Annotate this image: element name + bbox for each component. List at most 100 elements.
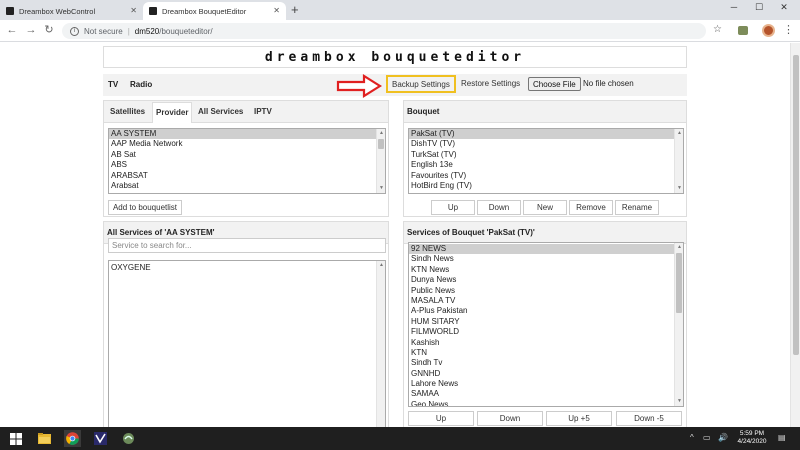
- tab-satellites[interactable]: Satellites: [108, 107, 147, 116]
- restore-settings-button[interactable]: Restore Settings: [461, 79, 520, 88]
- bouquet-service-item[interactable]: MASALA TV: [409, 296, 683, 306]
- provider-service-item[interactable]: OXYGENE: [109, 263, 385, 273]
- bouquet-service-item[interactable]: 92 NEWS: [409, 244, 683, 255]
- bouquet-list[interactable]: PakSat (TV) DishTV (TV) TurkSat (TV) Englis…: [408, 128, 684, 194]
- service-search-input[interactable]: Service to search for...: [108, 238, 386, 253]
- url-host: dm520: [134, 26, 160, 36]
- back-icon[interactable]: ←: [6, 24, 18, 37]
- bouquet-service-item[interactable]: Kashish: [409, 338, 683, 348]
- service-down-button[interactable]: Down: [477, 411, 543, 426]
- bouquet-panel-title: Bouquet: [407, 107, 440, 116]
- bouquet-services-panel: Services of Bouquet 'PakSat (TV)' 92 NEW…: [403, 221, 687, 427]
- minimize-icon[interactable]: ─: [724, 2, 744, 12]
- taskbar-clock[interactable]: 5:59 PM 4/24/2020: [732, 430, 772, 446]
- tab-title: Dreambox BouquetEditor: [162, 6, 247, 16]
- red-arrow-icon: [336, 74, 382, 98]
- address-bar[interactable]: i Not secure | dm520 /bouqueteditor/: [62, 23, 706, 39]
- tab-tv[interactable]: TV: [108, 80, 118, 89]
- bouquet-service-item[interactable]: Dunya News: [409, 275, 683, 285]
- app-icon-blue[interactable]: [92, 430, 109, 447]
- file-explorer-icon[interactable]: [36, 430, 53, 447]
- volume-icon[interactable]: 🔊: [718, 433, 728, 442]
- tab-all-services[interactable]: All Services: [196, 107, 245, 116]
- bouquet-down-button[interactable]: Down: [477, 200, 521, 215]
- tray-chevron-icon[interactable]: ^: [690, 433, 694, 442]
- provider-list-scrollbar[interactable]: ▲ ▼: [376, 129, 385, 193]
- add-to-bouquetlist-button[interactable]: Add to bouquetlist: [108, 200, 182, 215]
- provider-list-item[interactable]: ABS: [109, 160, 385, 170]
- notifications-icon[interactable]: ▤: [778, 433, 786, 442]
- bouquet-service-item[interactable]: A-Plus Pakistan: [409, 306, 683, 316]
- maximize-icon[interactable]: ☐: [749, 2, 769, 13]
- bouquet-services-title: Services of Bouquet 'PakSat (TV)': [407, 228, 535, 237]
- extension-icon[interactable]: [738, 26, 748, 35]
- provider-services-list[interactable]: OXYGENE ▲: [108, 260, 386, 428]
- bouquet-new-button[interactable]: New: [523, 200, 567, 215]
- bouquet-rename-button[interactable]: Rename: [615, 200, 659, 215]
- bouquet-service-item[interactable]: Lahore News: [409, 379, 683, 389]
- choose-file-button[interactable]: Choose File: [528, 77, 581, 91]
- browser-toolbar: ← → ↻ i Not secure | dm520 /bouquetedito…: [0, 20, 800, 42]
- bouquet-remove-button[interactable]: Remove: [569, 200, 613, 215]
- page-title-banner: dreambox bouqueteditor: [103, 46, 687, 68]
- bouquet-list-item[interactable]: Favourites (TV): [409, 171, 683, 181]
- tab-radio[interactable]: Radio: [130, 80, 152, 89]
- browser-menu-icon[interactable]: ⋮: [783, 23, 794, 36]
- provider-list-item[interactable]: ARABSAT: [109, 171, 385, 181]
- bouquet-service-item[interactable]: HUM SITARY: [409, 317, 683, 327]
- close-tab-icon[interactable]: ✕: [273, 6, 280, 15]
- tab-provider[interactable]: Provider: [152, 102, 193, 123]
- bouquet-service-item[interactable]: Geo News: [409, 400, 683, 406]
- info-icon[interactable]: i: [70, 26, 79, 36]
- provider-list-item[interactable]: AA SYSTEM: [109, 129, 385, 140]
- forward-icon[interactable]: →: [25, 24, 37, 37]
- service-down5-button[interactable]: Down -5: [616, 411, 682, 426]
- bookmark-star-icon[interactable]: ☆: [713, 24, 722, 35]
- network-icon[interactable]: ▭: [703, 433, 711, 442]
- bouquet-list-item[interactable]: English 13e: [409, 160, 683, 170]
- app-icon-green[interactable]: [120, 430, 137, 447]
- profile-avatar[interactable]: [762, 24, 775, 37]
- bouquet-list-item[interactable]: TurkSat (TV): [409, 150, 683, 160]
- provider-services-panel: All Services of 'AA SYSTEM' Service to s…: [103, 221, 389, 428]
- bouquet-list-item[interactable]: HotBird Eng (TV): [409, 181, 683, 191]
- clock-time: 5:59 PM: [739, 430, 765, 437]
- provider-services-scrollbar[interactable]: ▲: [376, 261, 385, 428]
- dreambox-favicon-icon: [6, 7, 14, 15]
- bouquet-service-item[interactable]: Sindh News: [409, 254, 683, 264]
- service-up5-button[interactable]: Up +5: [546, 411, 612, 426]
- service-up-button[interactable]: Up: [408, 411, 474, 426]
- bouquet-service-item[interactable]: KTN: [409, 348, 683, 358]
- bouquet-service-item[interactable]: SAMAA: [409, 389, 683, 399]
- bouquet-list-scrollbar[interactable]: ▲ ▼: [674, 129, 683, 193]
- provider-list-item[interactable]: Arabsat: [109, 181, 385, 191]
- provider-list-item[interactable]: AB Sat: [109, 150, 385, 160]
- windows-start-icon[interactable]: [7, 430, 24, 447]
- provider-list[interactable]: AA SYSTEM AAP Media Network AB Sat ABS ARABS…: [108, 128, 386, 194]
- bouquet-up-button[interactable]: Up: [431, 200, 475, 215]
- bouquet-services-list[interactable]: 92 NEWS Sindh News KTN News Dunya News Publi…: [408, 242, 684, 407]
- bouquet-panel: Bouquet PakSat (TV) DishTV (TV) TurkSat (T…: [403, 100, 687, 217]
- tab-title: Dreambox WebControl: [19, 6, 96, 16]
- page-scrollbar[interactable]: [790, 43, 800, 427]
- bouquet-services-scrollbar[interactable]: ▲ ▼: [674, 243, 683, 406]
- bouquet-service-item[interactable]: GNNHD: [409, 369, 683, 379]
- bouquet-service-item[interactable]: Sindh Tv: [409, 358, 683, 368]
- bouquet-service-item[interactable]: KTN News: [409, 265, 683, 275]
- url-path: /bouqueteditor/: [159, 26, 213, 36]
- new-tab-icon[interactable]: +: [291, 3, 299, 17]
- bouquet-service-item[interactable]: FILMWORLD: [409, 327, 683, 337]
- provider-panel-tabs: Satellites Provider All Services IPTV: [104, 101, 388, 123]
- close-window-icon[interactable]: ✕: [774, 2, 794, 13]
- tab-dreambox-bouqueteditor[interactable]: Dreambox BouquetEditor ✕: [143, 2, 286, 20]
- provider-list-item[interactable]: AAP Media Network: [109, 139, 385, 149]
- chrome-icon[interactable]: [64, 430, 81, 447]
- reload-icon[interactable]: ↻: [43, 24, 55, 37]
- close-tab-icon[interactable]: ✕: [130, 6, 137, 15]
- bouquet-list-item[interactable]: PakSat (TV): [409, 129, 683, 140]
- tab-iptv[interactable]: IPTV: [252, 107, 274, 116]
- bouquet-list-item[interactable]: DishTV (TV): [409, 139, 683, 149]
- backup-settings-button[interactable]: Backup Settings: [386, 75, 456, 93]
- tab-dreambox-webcontrol[interactable]: Dreambox WebControl ✕: [0, 2, 143, 20]
- bouquet-service-item[interactable]: Public News: [409, 286, 683, 296]
